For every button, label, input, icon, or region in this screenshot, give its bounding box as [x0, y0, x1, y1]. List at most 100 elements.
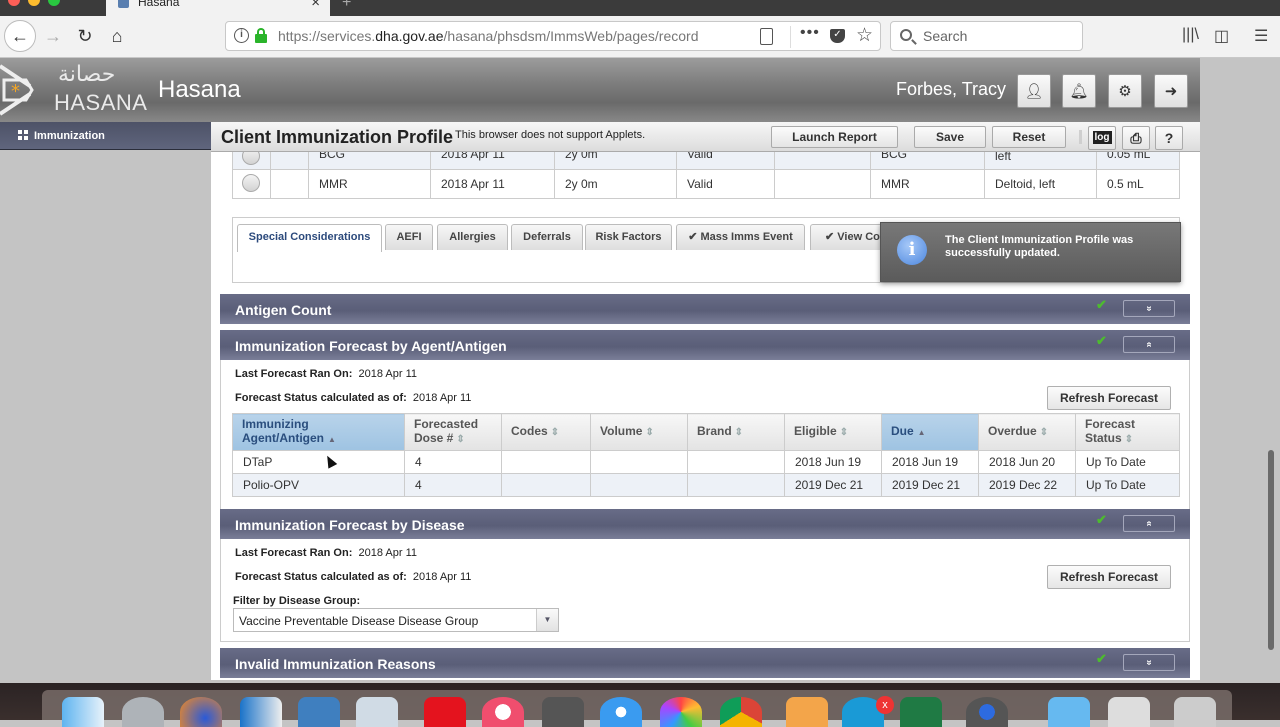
col-brand[interactable]: Brand ⇕	[687, 413, 785, 451]
browser-tab[interactable]: Hasana ×	[106, 0, 330, 16]
print-button[interactable]: ⎙	[1122, 126, 1150, 150]
col-codes[interactable]: Codes ⇕	[501, 413, 591, 451]
col-overdue[interactable]: Overdue ⇕	[978, 413, 1076, 451]
tab-close-icon[interactable]: ×	[311, 0, 320, 11]
finder-icon[interactable]	[62, 697, 104, 727]
table-row[interactable]: MMR 2018 Apr 11 2y 0m Valid MMR Deltoid,…	[232, 169, 1180, 199]
launchpad-icon[interactable]	[122, 697, 164, 727]
notifications-button[interactable]: 🔔︎	[1062, 74, 1096, 108]
save-button[interactable]: Save	[914, 126, 986, 148]
kindle-icon[interactable]	[298, 697, 340, 727]
menu-icon[interactable]: ☰	[1254, 26, 1268, 46]
window-minimize-button[interactable]	[28, 0, 40, 6]
expand-button[interactable]: »	[1123, 654, 1175, 671]
tab-title: Hasana	[138, 0, 180, 9]
help-button[interactable]: ?	[1155, 126, 1183, 150]
col-forecast-status[interactable]: Forecast Status ⇕	[1075, 413, 1180, 451]
table-row[interactable]: Polio-OPV 4 2019 Dec 21 2019 Dec 21 2019…	[232, 473, 1180, 497]
sidebar-item-immunization[interactable]: Immunization	[0, 122, 211, 150]
chrome-icon[interactable]	[720, 697, 762, 727]
more-actions-icon[interactable]: •••	[800, 24, 820, 42]
screenshot-stack-icon[interactable]	[1108, 697, 1150, 727]
window-zoom-button[interactable]	[48, 0, 60, 6]
sort-icon: ⇕	[456, 434, 465, 445]
col-eligible[interactable]: Eligible ⇕	[784, 413, 882, 451]
pages-icon[interactable]	[786, 697, 828, 727]
row-radio[interactable]	[242, 173, 260, 192]
user-name: Forbes, Tracy	[896, 79, 1007, 99]
home-button[interactable]: ⌂	[102, 21, 132, 51]
tab-risk-factors[interactable]: Risk Factors	[585, 224, 672, 250]
col-dose[interactable]: Forecasted Dose # ⇕	[404, 413, 502, 451]
tab-special-considerations[interactable]: Special Considerations	[237, 224, 382, 252]
window-close-button[interactable]	[8, 0, 20, 6]
expand-button[interactable]: »	[1123, 300, 1175, 317]
tab-mass-imms-event[interactable]: ✔ Mass Imms Event	[676, 224, 805, 250]
browser-tabstrip: Hasana × +	[0, 0, 1280, 16]
section-antigen-count[interactable]: Antigen Count ✔ »	[220, 294, 1190, 324]
sort-asc-icon: ▲	[328, 435, 336, 444]
library-icon[interactable]: |||\	[1182, 26, 1199, 44]
sort-icon: ⇕	[1039, 427, 1049, 438]
collapse-button[interactable]: «	[1123, 515, 1175, 532]
reload-button[interactable]: ↻	[70, 21, 100, 51]
immunization-history-table: BCG 2018 Apr 11 2y 0m Valid BCG left 0.0…	[232, 152, 1180, 199]
bell-icon: 🔔︎	[1069, 83, 1089, 100]
pocket-icon[interactable]: ✓	[830, 29, 845, 43]
excel-icon[interactable]	[900, 697, 942, 727]
success-toast[interactable]: i The Client Immunization Profile was su…	[880, 222, 1181, 282]
col-due[interactable]: Due ▲	[881, 413, 979, 451]
settings-button[interactable]: ⚙	[1108, 74, 1142, 108]
log-button[interactable]: log	[1088, 126, 1116, 150]
row-radio[interactable]	[242, 152, 260, 165]
launch-report-button[interactable]: Launch Report	[771, 126, 898, 148]
profile-button[interactable]: 👤︎	[1017, 74, 1051, 108]
refresh-forecast-button[interactable]: Refresh Forecast	[1047, 386, 1171, 410]
disease-group-select[interactable]: Vaccine Preventable Disease Disease Grou…	[233, 608, 559, 632]
tab-allergies[interactable]: Allergies	[437, 224, 508, 250]
mail-icon[interactable]	[356, 697, 398, 727]
url-text[interactable]: https://services.dha.gov.ae/hasana/phsds…	[278, 28, 718, 44]
url-bar[interactable]: i https://services.dha.gov.ae/hasana/phs…	[225, 21, 881, 51]
site-info-icon[interactable]: i	[234, 28, 249, 43]
last-ran-value: 2018 Apr 11	[358, 547, 417, 559]
sidebar-toggle-icon[interactable]: ◫	[1214, 26, 1229, 46]
logout-button[interactable]: ➜	[1154, 74, 1188, 108]
search-input[interactable]: Search	[890, 21, 1083, 51]
outlook-icon[interactable]	[240, 697, 282, 727]
quicktime-icon[interactable]	[966, 697, 1008, 727]
section-forecast-agent[interactable]: Immunization Forecast by Agent/Antigen ✔…	[220, 330, 1190, 360]
photos-icon[interactable]	[660, 697, 702, 727]
new-tab-button[interactable]: +	[342, 0, 351, 12]
reader-view-icon[interactable]	[760, 28, 773, 45]
forward-button[interactable]: →	[38, 21, 68, 51]
tab-deferrals[interactable]: Deferrals	[511, 224, 583, 250]
folder-icon[interactable]	[1048, 697, 1090, 727]
table-row[interactable]: BCG 2018 Apr 11 2y 0m Valid BCG left 0.0…	[232, 152, 1180, 170]
col-volume[interactable]: Volume ⇕	[590, 413, 688, 451]
sort-asc-icon: ▲	[917, 428, 926, 437]
firefox-icon[interactable]	[180, 697, 222, 727]
safari-icon[interactable]	[600, 697, 642, 727]
page-scrollbar[interactable]	[1268, 450, 1274, 650]
tab-aefi[interactable]: AEFI	[385, 224, 433, 250]
section-forecast-disease[interactable]: Immunization Forecast by Disease ✔ «	[220, 509, 1190, 539]
reset-button[interactable]: Reset	[992, 126, 1066, 148]
app-header: * حصانة HASANA Hasana Forbes, Tracy 👤︎ 🔔…	[0, 58, 1200, 122]
system-preferences-icon[interactable]	[542, 697, 584, 727]
trash-icon[interactable]	[1174, 697, 1216, 727]
col-agent[interactable]: Immunizing Agent/Antigen ▲	[232, 413, 405, 451]
table-row[interactable]: DTaP 4 2018 Jun 19 2018 Jun 19 2018 Jun …	[232, 450, 1180, 474]
refresh-forecast-button[interactable]: Refresh Forecast	[1047, 565, 1171, 589]
logo-latin-text: HASANA	[54, 90, 148, 115]
bookmark-star-icon[interactable]: ☆	[856, 24, 873, 47]
back-button[interactable]: ←	[4, 20, 36, 52]
itunes-icon[interactable]	[482, 697, 524, 727]
section-title: Invalid Immunization Reasons	[235, 656, 436, 672]
check-icon: ✔	[1096, 297, 1107, 312]
dropdown-arrow-icon[interactable]: ▼	[536, 609, 558, 631]
collapse-button[interactable]: «	[1123, 336, 1175, 353]
logo-arabic-text: حصانة	[58, 62, 116, 87]
section-invalid-reasons[interactable]: Invalid Immunization Reasons ✔ »	[220, 648, 1190, 678]
acrobat-icon[interactable]	[424, 697, 466, 727]
